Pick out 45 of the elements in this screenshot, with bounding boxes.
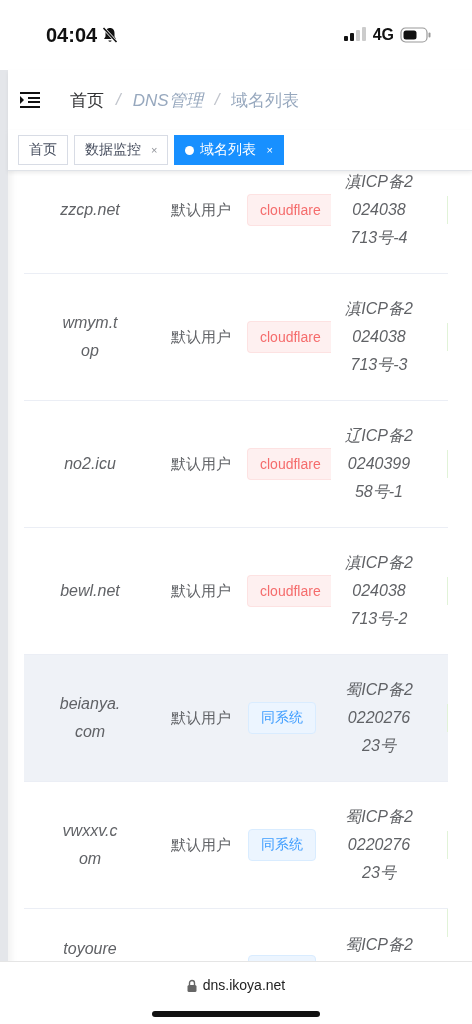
provider-tag: cloudflare — [247, 194, 331, 226]
provider-tag: cloudflare — [247, 575, 331, 607]
user-text: 默认用户 — [171, 835, 231, 855]
domain-text: toyoure — [63, 939, 117, 959]
network-label: 4G — [372, 26, 394, 44]
icp-number: 辽ICP备2 0240399 58号-1 — [345, 426, 413, 502]
breadcrumb-separator: / — [116, 90, 121, 110]
domain-text: bewl.net — [60, 581, 120, 601]
signal-icon — [342, 27, 367, 43]
user-text: 默认用户 — [171, 200, 231, 220]
provider-tag: cloudflare — [247, 448, 331, 480]
icp-number: 滇ICP备2 024038 713号-4 — [345, 172, 413, 248]
icp-number: 蜀ICP备2 — [345, 935, 413, 955]
user-text: 默认用户 — [171, 454, 231, 474]
icp-number: 滇ICP备2 024038 713号-2 — [345, 553, 413, 629]
domain-text: no2.icu — [64, 454, 116, 474]
tab[interactable]: 首页 — [18, 135, 68, 165]
provider-tag: 同系统 — [248, 702, 316, 734]
user-text: 默认用户 — [171, 327, 231, 347]
tab-label: 数据监控 — [85, 141, 141, 159]
clock-time: 04:04 — [46, 23, 98, 47]
icp-number: 蜀ICP备2 0220276 23号 — [345, 807, 413, 883]
url-text[interactable]: dns.ikoya.net — [202, 977, 286, 993]
battery-icon — [400, 27, 432, 43]
bell-muted-icon — [101, 26, 120, 44]
breadcrumb-item: DNS管理 — [132, 89, 203, 112]
provider-tag: cloudflare — [247, 321, 331, 353]
domain-text: vwxxv.c om — [62, 821, 118, 869]
menu-icon[interactable] — [20, 92, 40, 108]
user-text: 默认用户 — [171, 708, 231, 728]
breadcrumb-item: 域名列表 — [231, 89, 300, 112]
breadcrumb-link[interactable]: 首页 — [70, 88, 104, 112]
tab-label: 首页 — [29, 141, 57, 159]
provider-tag: 同系统 — [248, 829, 316, 861]
domain-text: beianya. com — [59, 694, 121, 742]
tab[interactable]: 数据监控 × — [74, 135, 169, 165]
active-dot-icon — [185, 145, 195, 155]
domain-text: zzcp.net — [60, 200, 120, 220]
icp-number: 滇ICP备2 024038 713号-3 — [345, 299, 413, 375]
domain-text: wmym.t op — [62, 313, 118, 361]
breadcrumb-separator: / — [214, 90, 220, 110]
icp-number: 蜀ICP备2 0220276 23号 — [345, 680, 413, 756]
user-text: 默认用户 — [171, 581, 231, 601]
tab-label: 域名列表 — [200, 141, 257, 159]
lock-icon — [186, 978, 197, 992]
